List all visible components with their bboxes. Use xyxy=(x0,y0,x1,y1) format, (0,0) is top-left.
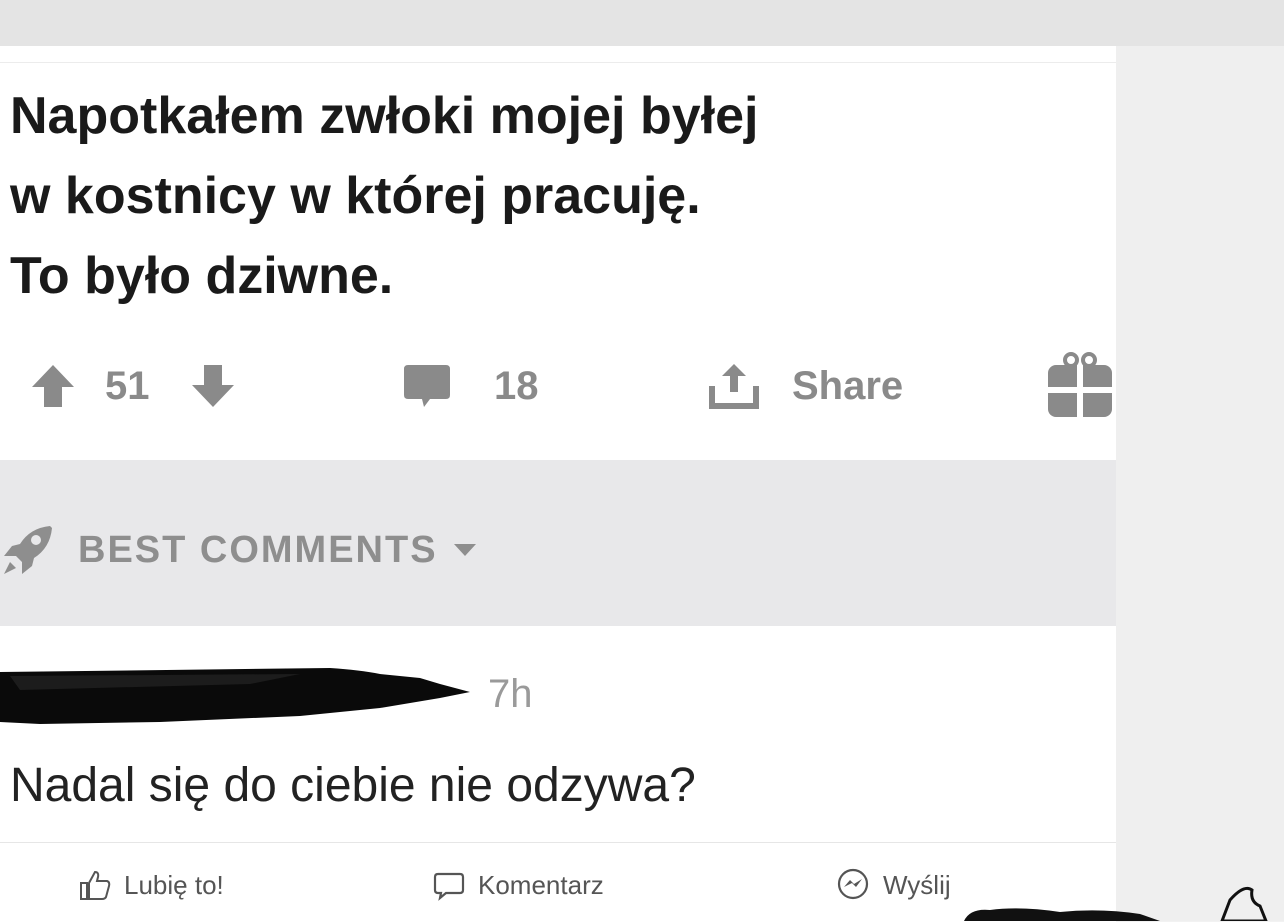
comment-sort-bar: BEST COMMENTS xyxy=(0,460,1116,626)
send-label: Wyślij xyxy=(883,869,951,900)
comment-bubble-icon xyxy=(433,872,465,901)
sort-label: BEST COMMENTS xyxy=(78,528,438,571)
comment-button[interactable]: Komentarz xyxy=(432,865,604,905)
comments-button[interactable]: 18 xyxy=(400,351,539,421)
redacted-username xyxy=(0,668,470,724)
vote-count: 51 xyxy=(105,363,150,408)
top-bar xyxy=(0,0,1284,46)
like-label: Lubię to! xyxy=(124,869,224,900)
facebook-action-bar: Lubię to! Komentarz Wyślij xyxy=(0,842,1116,922)
caret-down-icon xyxy=(453,544,476,556)
like-button[interactable]: Lubię to! xyxy=(78,865,224,905)
thumbs-up-icon xyxy=(80,870,111,900)
post-card: Napotkałem zwłoki mojej byłej w kostnicy… xyxy=(0,46,1116,460)
post-actions: 51 18 Share xyxy=(0,351,1116,421)
comment-card: 7h Nadal się do ciebie nie odzywa? xyxy=(0,626,1116,842)
arrow-up-icon xyxy=(32,365,74,407)
post-title-line: Napotkałem zwłoki mojej byłej xyxy=(10,87,759,145)
post-title-line: To było dziwne. xyxy=(10,247,394,305)
send-button[interactable]: Wyślij xyxy=(835,865,951,905)
speech-bubble-icon xyxy=(404,365,450,407)
messenger-icon xyxy=(837,868,869,900)
sort-comments-dropdown[interactable]: BEST COMMENTS xyxy=(0,510,478,590)
right-sidebar xyxy=(1116,46,1284,921)
upvote-button[interactable] xyxy=(28,351,78,421)
watermark-logo xyxy=(964,886,1268,921)
arrow-down-icon xyxy=(192,365,234,407)
share-upload-icon xyxy=(709,364,759,409)
post-title: Napotkałem zwłoki mojej byłej w kostnicy… xyxy=(10,76,1090,316)
award-button[interactable] xyxy=(1045,351,1115,421)
gift-icon xyxy=(1048,352,1112,417)
share-button[interactable]: Share xyxy=(706,351,903,421)
comment-timestamp: 7h xyxy=(488,672,533,716)
post-title-line: w kostnicy w której pracuję. xyxy=(10,167,701,225)
divider xyxy=(0,62,1116,63)
share-label: Share xyxy=(792,363,904,408)
comment-label: Komentarz xyxy=(478,869,604,900)
comment-text: Nadal się do ciebie nie odzywa? xyxy=(10,759,696,812)
comments-count: 18 xyxy=(494,363,539,408)
rocket-icon xyxy=(4,526,52,574)
downvote-button[interactable] xyxy=(188,351,238,421)
